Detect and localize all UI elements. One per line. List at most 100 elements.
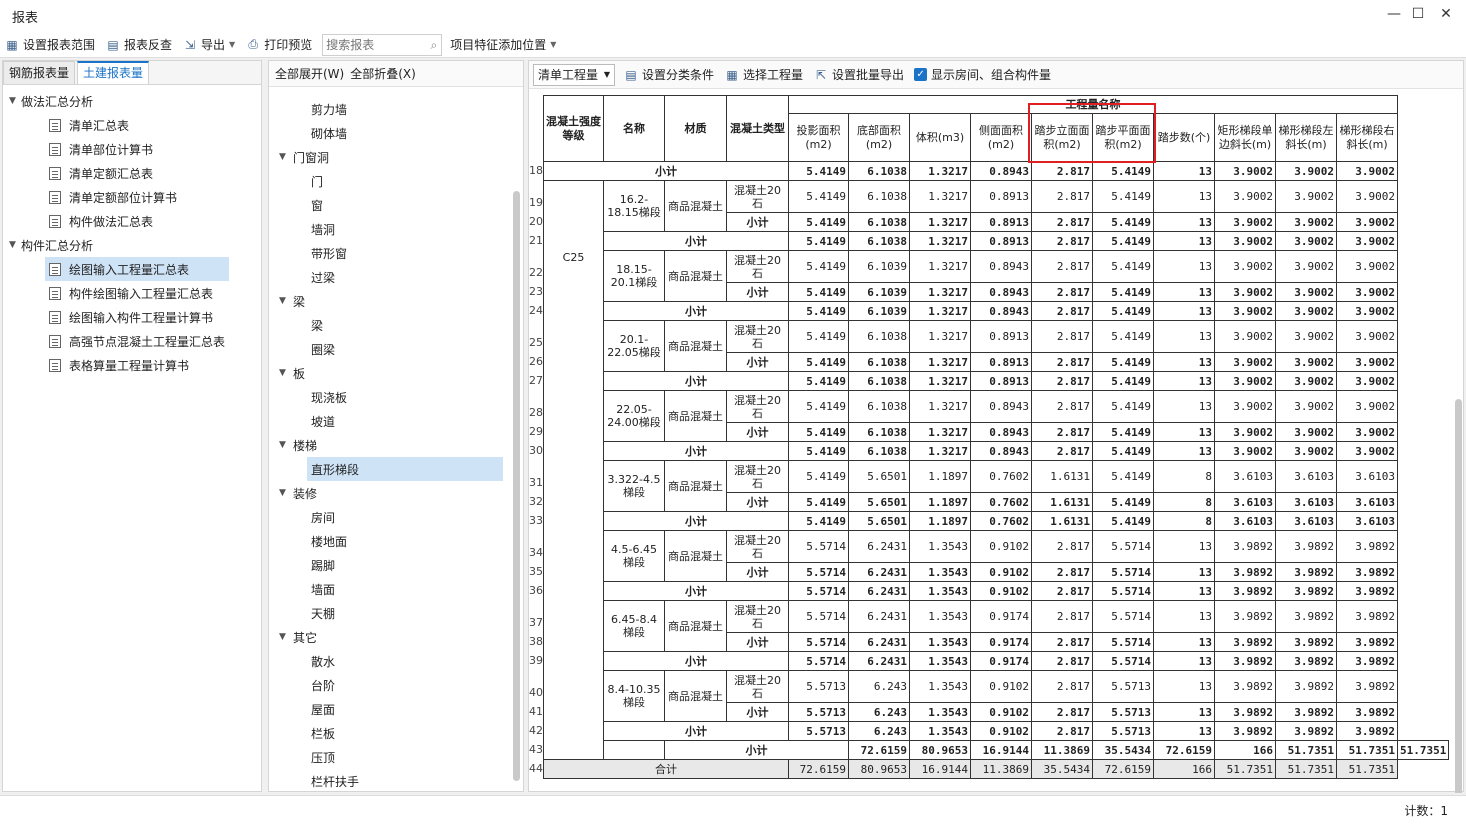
value-cell[interactable]: 13 xyxy=(1153,282,1215,302)
total-row[interactable]: 合计 72.6159 80.9653 16.9144 11.3869 35.5434 72.… xyxy=(543,759,1449,779)
value-cell[interactable]: 13 xyxy=(1153,371,1215,391)
tree-component[interactable]: 栏杆扶手 xyxy=(307,769,359,793)
set-category-button[interactable]: ▤ 设置分类条件 xyxy=(619,64,718,86)
value-cell[interactable]: 3.9002 xyxy=(1336,212,1398,232)
value-cell[interactable]: 2.817 xyxy=(1031,161,1093,181)
data-row[interactable]: 3.322-4.5梯段 商品混凝土 混凝土20石 5.4149 5.6501 1.1897… xyxy=(544,460,1449,512)
value-cell[interactable]: 13 xyxy=(1153,352,1215,372)
value-cell[interactable]: 5.5714 xyxy=(788,632,849,652)
value-cell[interactable]: 51.7351 xyxy=(1336,759,1398,779)
caret-down-icon[interactable]: ▼ xyxy=(9,240,21,250)
tree-component[interactable]: 窗 xyxy=(307,193,323,217)
value-cell[interactable]: 0.8913 xyxy=(970,180,1032,213)
value-cell[interactable]: 3.9002 xyxy=(1214,180,1276,213)
value-cell[interactable]: 3.9002 xyxy=(1275,301,1337,321)
value-cell[interactable]: 6.2431 xyxy=(848,632,910,652)
value-cell[interactable]: 166 xyxy=(1153,759,1215,779)
value-cell[interactable]: 2.817 xyxy=(1031,632,1093,652)
value-cell[interactable]: 1.3217 xyxy=(909,390,971,423)
subtotal-row[interactable]: 小计 5.5714 6.2431 1.3543 0.9102 2.817 5.5714 13 3… xyxy=(544,581,1449,601)
value-cell[interactable]: 6.2431 xyxy=(848,600,910,633)
value-cell[interactable]: 5.5713 xyxy=(1092,702,1154,722)
value-cell[interactable]: 1.3217 xyxy=(909,250,971,283)
value-cell[interactable]: 3.9002 xyxy=(1275,250,1337,283)
vertical-scrollbar[interactable] xyxy=(513,191,520,781)
value-cell[interactable]: 5.5713 xyxy=(788,702,849,722)
subtotal-row[interactable]: 小计 5.4149 6.1038 1.3217 0.8913 2.817 5.4149 13 3… xyxy=(544,231,1449,251)
value-cell[interactable]: 2.817 xyxy=(1031,422,1093,442)
value-cell[interactable]: 5.4149 xyxy=(788,422,849,442)
value-cell[interactable]: 2.817 xyxy=(1031,320,1093,353)
value-cell[interactable]: 3.9002 xyxy=(1336,301,1398,321)
value-cell[interactable]: 13 xyxy=(1153,670,1215,703)
value-cell[interactable]: 3.9002 xyxy=(1214,371,1276,391)
value-cell[interactable]: 1.3217 xyxy=(909,352,971,372)
value-cell[interactable]: 1.1897 xyxy=(909,492,971,512)
value-cell[interactable]: 5.5713 xyxy=(788,670,849,703)
value-cell[interactable]: 2.817 xyxy=(1031,581,1093,601)
value-cell[interactable]: 1.3543 xyxy=(909,702,971,722)
value-cell[interactable]: 1.6131 xyxy=(1031,492,1093,512)
value-cell[interactable]: 3.9002 xyxy=(1275,161,1337,181)
value-cell[interactable]: 1.3217 xyxy=(909,371,971,391)
tree-component[interactable]: 房间 xyxy=(307,505,335,529)
value-cell[interactable]: 11.3869 xyxy=(1031,740,1093,760)
value-cell[interactable]: 5.6501 xyxy=(848,460,910,493)
value-cell[interactable]: 0.8943 xyxy=(970,390,1032,423)
value-cell[interactable]: 8 xyxy=(1153,511,1215,531)
value-cell[interactable]: 0.9174 xyxy=(970,632,1032,652)
value-cell[interactable]: 5.5714 xyxy=(788,600,849,633)
expand-all-button[interactable]: 全部展开(W) xyxy=(275,65,344,82)
report-item[interactable]: 绘图输入工程量汇总表 xyxy=(45,257,229,281)
value-cell[interactable]: 2.817 xyxy=(1031,600,1093,633)
value-cell[interactable]: 5.4149 xyxy=(1092,492,1154,512)
tree-component[interactable]: 带形窗 xyxy=(307,241,347,265)
value-cell[interactable]: 2.817 xyxy=(1031,352,1093,372)
value-cell[interactable]: 72.6159 xyxy=(1092,759,1154,779)
value-cell[interactable]: 3.6103 xyxy=(1336,511,1398,531)
report-item[interactable]: 清单部位计算书 xyxy=(45,137,157,161)
value-cell[interactable]: 51.7351 xyxy=(1396,740,1450,760)
value-cell[interactable]: 5.4149 xyxy=(1092,511,1154,531)
value-cell[interactable]: 2.817 xyxy=(1031,702,1093,722)
value-cell[interactable]: 5.5714 xyxy=(788,530,849,563)
value-cell[interactable]: 13 xyxy=(1153,562,1215,582)
value-cell[interactable]: 6.1038 xyxy=(848,231,910,251)
value-cell[interactable]: 3.9002 xyxy=(1275,282,1337,302)
value-cell[interactable]: 3.6103 xyxy=(1275,492,1337,512)
tree-category[interactable]: ▼ 门窗洞 xyxy=(279,145,329,169)
value-cell[interactable]: 5.4149 xyxy=(788,511,849,531)
value-cell[interactable]: 3.9002 xyxy=(1214,231,1276,251)
collapse-all-button[interactable]: 全部折叠(X) xyxy=(350,65,416,82)
value-cell[interactable]: 0.9102 xyxy=(970,670,1032,703)
data-row[interactable]: 4.5-6.45梯段 商品混凝土 混凝土20石 5.5714 6.2431 1.3543 0… xyxy=(544,530,1449,582)
add-position-dropdown[interactable]: 项目特征添加位置 ▼ xyxy=(446,34,560,56)
value-cell[interactable]: 5.5714 xyxy=(1092,581,1154,601)
value-cell[interactable]: 0.8943 xyxy=(970,422,1032,442)
subtotal-row[interactable]: 小计 5.4149 6.1038 1.3217 0.8913 2.817 5.4149 13 3… xyxy=(544,371,1449,391)
value-cell[interactable]: 1.6131 xyxy=(1031,460,1093,493)
value-cell[interactable]: 1.3543 xyxy=(909,562,971,582)
minimize-icon[interactable]: — xyxy=(1384,6,1404,22)
value-cell[interactable]: 0.7602 xyxy=(970,460,1032,493)
value-cell[interactable]: 5.5713 xyxy=(1092,670,1154,703)
value-cell[interactable]: 13 xyxy=(1153,180,1215,213)
value-cell[interactable]: 3.9892 xyxy=(1275,702,1337,722)
report-item[interactable]: 高强节点混凝土工程量汇总表 xyxy=(45,329,229,353)
value-cell[interactable]: 3.9002 xyxy=(1214,301,1276,321)
tree-category[interactable]: ▼ 楼梯 xyxy=(279,433,317,457)
tab-rebar-report[interactable]: 钢筋报表量 xyxy=(3,61,76,84)
value-cell[interactable]: 3.9892 xyxy=(1214,632,1276,652)
value-cell[interactable]: 3.9002 xyxy=(1336,231,1398,251)
value-cell[interactable]: 0.8943 xyxy=(970,250,1032,283)
data-row[interactable]: 22.05-24.00梯段 商品混凝土 混凝土20石 5.4149 6.1038 1.32… xyxy=(544,390,1449,442)
value-cell[interactable]: 0.8943 xyxy=(970,282,1032,302)
value-cell[interactable]: 3.6103 xyxy=(1275,511,1337,531)
value-cell[interactable]: 13 xyxy=(1153,301,1215,321)
value-cell[interactable]: 0.8913 xyxy=(970,371,1032,391)
value-cell[interactable]: 5.4149 xyxy=(1092,180,1154,213)
value-cell[interactable]: 13 xyxy=(1153,581,1215,601)
value-cell[interactable]: 13 xyxy=(1153,422,1215,442)
value-cell[interactable]: 0.9102 xyxy=(970,530,1032,563)
value-cell[interactable]: 6.243 xyxy=(848,721,910,741)
